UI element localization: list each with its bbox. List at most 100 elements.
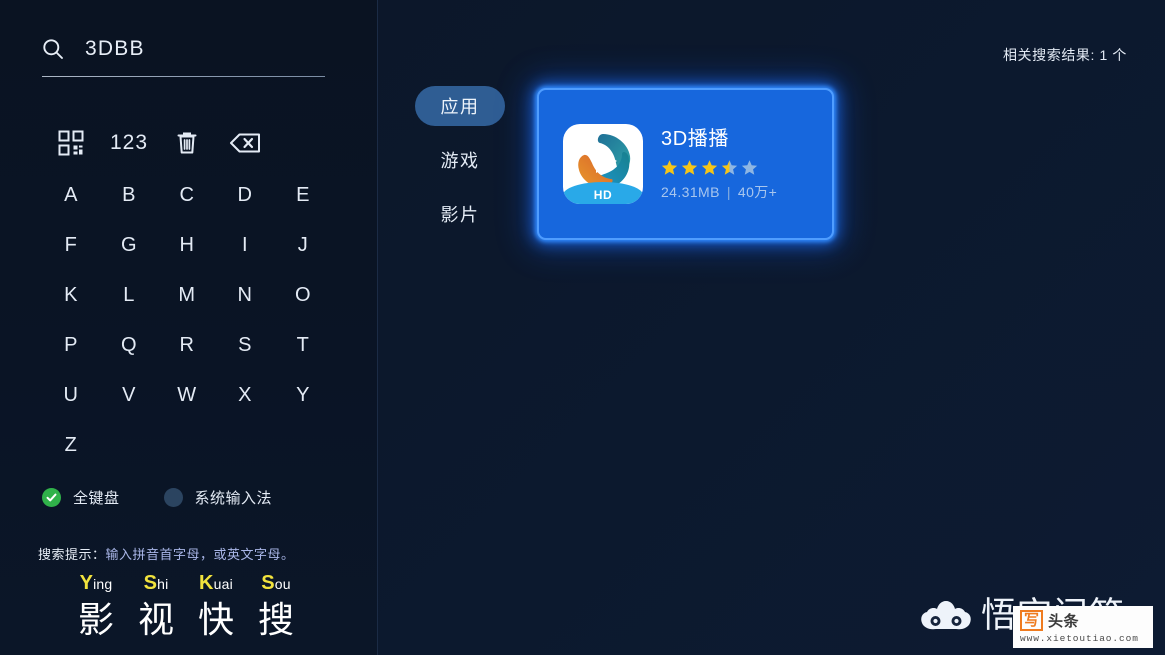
key-t[interactable]: T [274, 320, 332, 370]
app-downloads: 40万+ [737, 184, 778, 200]
app-result-card[interactable]: HD 3D播播 24.31MB | 40万+ [537, 88, 834, 240]
key-o[interactable]: O [274, 270, 332, 320]
keyboard-function-row: 123 [42, 115, 332, 170]
search-underline [42, 76, 325, 77]
search-hint-label: 搜索提示： [38, 547, 106, 562]
keyboard-letter-row: Z [42, 420, 332, 470]
star-full-icon [701, 160, 718, 175]
star-half-icon [721, 160, 738, 175]
key-s[interactable]: S [216, 320, 274, 370]
app-stats-separator: | [726, 184, 731, 200]
app-root: 3DBB 123 A B C D E F G H I J K L M N O P… [0, 0, 1165, 655]
key-m[interactable]: M [158, 270, 216, 320]
mode-option-system-ime[interactable]: 系统输入法 [163, 487, 273, 508]
tab-games[interactable]: 游戏 [415, 140, 505, 180]
app-icon: HD [563, 124, 643, 204]
watermark-overlay: 写 头条 www.xietoutiao.com [1013, 606, 1153, 648]
search-hint: 搜索提示：输入拼音首字母，或英文字母。 [38, 544, 295, 563]
radio-unchecked-icon [163, 488, 183, 507]
mode-label-full-keyboard: 全键盘 [73, 490, 120, 507]
key-u[interactable]: U [42, 370, 100, 420]
brand-logo: Ying Shi Kuai Sou 影 视 快 搜 [66, 572, 306, 642]
key-x[interactable]: X [216, 370, 274, 420]
brand-pinyin-rest: ing [93, 576, 113, 592]
radio-checked-icon [42, 488, 61, 507]
key-h[interactable]: H [158, 220, 216, 270]
watermark-overlay-text: 头条 [1048, 613, 1080, 630]
key-q[interactable]: Q [100, 320, 158, 370]
key-l[interactable]: L [100, 270, 158, 320]
tab-movies[interactable]: 影片 [415, 194, 505, 234]
brand-pinyin-shi: Shi [126, 572, 186, 595]
brand-pinyin-sou: Sou [246, 572, 306, 595]
keyboard-mode-switch: 全键盘 系统输入法 [42, 487, 272, 508]
keyboard-letter-row: F G H I J [42, 220, 332, 270]
on-screen-keyboard: 123 A B C D E F G H I J K L M N O P Q R … [42, 115, 332, 470]
numeric-key[interactable]: 123 [100, 118, 158, 168]
key-j[interactable]: J [274, 220, 332, 270]
key-b[interactable]: B [100, 170, 158, 220]
brand-pinyin-ying: Ying [66, 572, 126, 595]
keyboard-letter-row: K L M N O [42, 270, 332, 320]
keyboard-letter-row: A B C D E [42, 170, 332, 220]
brand-pinyin-row: Ying Shi Kuai Sou [66, 572, 306, 595]
hd-badge: HD [563, 182, 643, 204]
watermark-overlay-title: 写 头条 [1020, 610, 1153, 631]
brand-pinyin-kuai: Kuai [186, 572, 246, 595]
key-v[interactable]: V [100, 370, 158, 420]
key-i[interactable]: I [216, 220, 274, 270]
app-size: 24.31MB [661, 184, 720, 200]
search-hint-body: 输入拼音首字母，或英文字母。 [105, 547, 295, 562]
tab-apps[interactable]: 应用 [415, 86, 505, 126]
result-count-label: 相关搜索结果: 1 个 [1002, 47, 1127, 63]
brand-characters-row: 影 视 快 搜 [66, 598, 306, 642]
key-n[interactable]: N [216, 270, 274, 320]
key-r[interactable]: R [158, 320, 216, 370]
keyboard-letter-row: P Q R S T [42, 320, 332, 370]
search-input[interactable]: 3DBB [42, 30, 325, 68]
search-icon [42, 38, 64, 60]
backspace-icon[interactable] [216, 118, 274, 168]
brand-pinyin-rest: uai [213, 576, 233, 592]
key-p[interactable]: P [42, 320, 100, 370]
key-c[interactable]: C [158, 170, 216, 220]
brand-pinyin-rest: ou [274, 576, 291, 592]
results-panel: 相关搜索结果: 1 个 应用 游戏 影片 HD 3D播播 24.31MB | 4… [378, 0, 1165, 655]
star-full-icon [661, 160, 678, 175]
brand-char-sou: 搜 [257, 599, 294, 640]
hd-badge-label: HD [593, 188, 613, 202]
key-d[interactable]: D [216, 170, 274, 220]
key-g[interactable]: G [100, 220, 158, 270]
app-stats: 24.31MB | 40万+ [661, 182, 777, 202]
brand-pinyin-cap: Y [79, 572, 94, 594]
qr-keyboard-icon[interactable] [42, 118, 100, 168]
brand-pinyin-cap: S [261, 572, 275, 594]
rating-stars [661, 159, 777, 176]
keyboard-letter-row: U V W X Y [42, 370, 332, 420]
cloud-logo-icon [920, 597, 972, 635]
key-e[interactable]: E [274, 170, 332, 220]
search-panel: 3DBB 123 A B C D E F G H I J K L M N O P… [0, 0, 378, 655]
key-a[interactable]: A [42, 170, 100, 220]
mode-label-system-ime: 系统输入法 [194, 490, 273, 507]
key-k[interactable]: K [42, 270, 100, 320]
search-query-text: 3DBB [85, 37, 145, 60]
brand-char-ying: 影 [77, 599, 114, 640]
app-info: 3D播播 24.31MB | 40万+ [661, 126, 777, 202]
brand-pinyin-cap: S [143, 572, 158, 594]
brand-char-shi: 视 [137, 599, 174, 640]
mode-option-full-keyboard[interactable]: 全键盘 [42, 487, 120, 508]
key-y[interactable]: Y [274, 370, 332, 420]
app-name: 3D播播 [661, 128, 729, 150]
brand-pinyin-cap: K [199, 572, 214, 594]
watermark-overlay-mark: 写 [1020, 610, 1044, 631]
key-w[interactable]: W [158, 370, 216, 420]
watermark-overlay-url: www.xietoutiao.com [1020, 633, 1139, 644]
watermark: 悟空问答 写 头条 www.xietoutiao.com [920, 589, 1153, 651]
key-z[interactable]: Z [42, 420, 100, 470]
brand-pinyin-rest: hi [157, 576, 169, 592]
category-tabs: 应用 游戏 影片 [415, 86, 507, 248]
brand-char-kuai: 快 [197, 599, 234, 640]
trash-icon[interactable] [158, 118, 216, 168]
key-f[interactable]: F [42, 220, 100, 270]
